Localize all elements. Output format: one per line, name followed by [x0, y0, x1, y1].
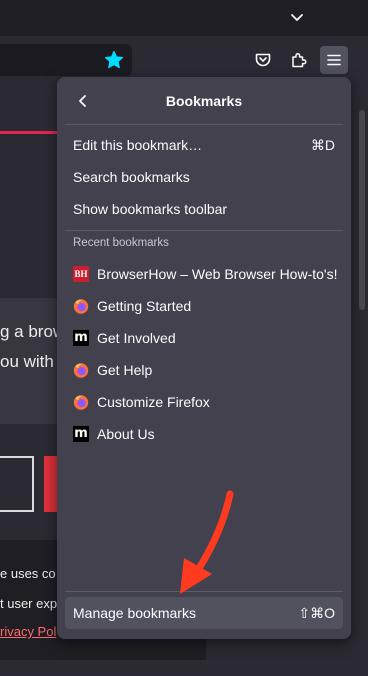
manage-bookmarks-button[interactable]: Manage bookmarks ⇧⌘O — [65, 597, 343, 629]
page-footer-text: t user exp — [0, 596, 58, 611]
chevron-down-icon[interactable] — [286, 8, 308, 28]
star-icon[interactable] — [103, 49, 125, 71]
firefox-icon — [73, 363, 89, 378]
search-bookmarks-item[interactable]: Search bookmarks — [65, 162, 343, 192]
firefox-icon — [73, 395, 89, 410]
item-label: Search bookmarks — [73, 169, 190, 185]
pocket-icon[interactable] — [249, 46, 277, 74]
bookmark-label: Getting Started — [97, 298, 192, 314]
mozilla-icon: m — [73, 330, 89, 346]
panel-title: Bookmarks — [165, 93, 243, 109]
bookmark-label: Customize Firefox — [97, 394, 210, 410]
page-text: ou with — [0, 352, 54, 371]
page-text: g a brow — [0, 322, 66, 341]
page-footer-text: e uses co — [0, 566, 56, 581]
scrollbar-thumb[interactable] — [359, 110, 365, 310]
extensions-icon[interactable] — [285, 46, 313, 74]
page-accent-line — [0, 131, 60, 134]
bookmark-item[interactable]: BH BrowserHow – Web Browser How-to's! — [65, 259, 343, 289]
page-outline-button[interactable] — [0, 456, 34, 512]
recent-bookmarks-heading: Recent bookmarks — [73, 237, 169, 249]
bookmark-label: About Us — [97, 426, 155, 442]
red-arrow-icon — [180, 490, 234, 594]
bookmark-item[interactable]: m About Us — [65, 419, 343, 449]
edit-bookmark-item[interactable]: Edit this bookmark… ⌘D — [65, 130, 343, 160]
bookmark-label: BrowserHow – Web Browser How-to's! — [97, 266, 338, 282]
item-label: Show bookmarks toolbar — [73, 201, 228, 217]
bookmark-label: Get Help — [97, 362, 153, 378]
browserhow-icon: BH — [73, 266, 89, 282]
shortcut-label: ⌘D — [310, 137, 335, 153]
bookmark-item[interactable]: Get Help — [65, 355, 343, 385]
title-bar — [0, 0, 368, 36]
show-bookmarks-toolbar-item[interactable]: Show bookmarks toolbar — [65, 194, 343, 224]
item-label: Manage bookmarks — [73, 605, 196, 621]
bookmark-label: Get Involved — [97, 330, 176, 346]
item-label: Edit this bookmark… — [73, 137, 203, 153]
bookmark-item[interactable]: Getting Started — [65, 291, 343, 321]
mozilla-icon: m — [73, 426, 89, 442]
separator — [65, 230, 343, 231]
firefox-icon — [73, 299, 89, 314]
separator — [65, 124, 343, 125]
shortcut-label: ⇧⌘O — [298, 605, 335, 621]
privacy-policy-link[interactable]: rivacy Pol — [0, 624, 56, 639]
bookmark-item[interactable]: Customize Firefox — [65, 387, 343, 417]
menu-icon[interactable] — [320, 46, 348, 74]
panel-header: Bookmarks — [57, 77, 351, 125]
bookmark-item[interactable]: m Get Involved — [65, 323, 343, 353]
